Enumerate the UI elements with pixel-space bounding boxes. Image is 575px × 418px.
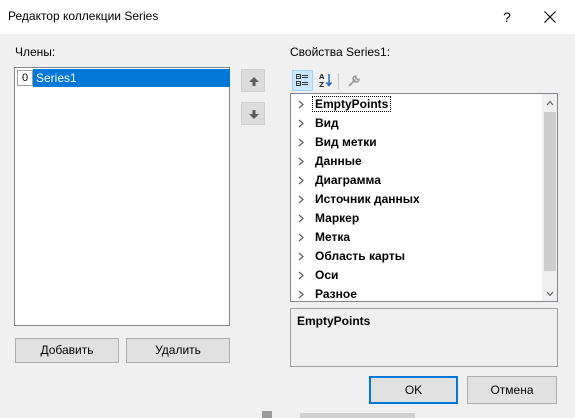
property-category-label: Область карты (315, 249, 405, 263)
categorized-button[interactable] (292, 70, 313, 91)
property-category-label: Вид (315, 116, 339, 130)
chevron-up-icon (546, 100, 554, 106)
property-category-row[interactable]: EmptyPoints (291, 95, 541, 114)
members-label: Члены: (15, 45, 56, 59)
svg-text:Z: Z (319, 81, 324, 88)
property-category-row[interactable]: Вид метки (291, 133, 541, 152)
move-down-button[interactable] (241, 102, 265, 125)
property-category-row[interactable]: Область карты (291, 247, 541, 266)
background-window-fragment (300, 413, 415, 418)
arrow-down-icon (249, 110, 259, 119)
property-description-pane: EmptyPoints (290, 308, 558, 367)
property-category-label: Данные (315, 154, 362, 168)
property-pages-button[interactable] (344, 70, 365, 91)
chevron-right-icon (298, 157, 304, 166)
property-category-row[interactable]: Маркер (291, 209, 541, 228)
property-category-label: Маркер (315, 211, 360, 225)
property-category-row[interactable]: Данные (291, 152, 541, 171)
property-category-label: Метка (315, 230, 351, 244)
chevron-right-icon (298, 290, 304, 299)
property-category-row[interactable]: Метка (291, 228, 541, 247)
properties-label: Свойства Series1: (290, 45, 391, 59)
scroll-up-button[interactable] (543, 96, 557, 110)
wrench-icon (348, 75, 360, 87)
property-category-row[interactable]: Диаграмма (291, 171, 541, 190)
property-category-row[interactable]: Оси (291, 266, 541, 285)
alphabetical-sort-icon: A Z (319, 73, 333, 88)
move-up-button[interactable] (241, 69, 265, 92)
property-category-label: Вид метки (315, 135, 377, 149)
chevron-right-icon (298, 100, 304, 109)
chevron-down-icon (546, 291, 554, 297)
ok-button[interactable]: OK (369, 376, 458, 404)
property-grid[interactable]: EmptyPoints Вид Вид метки Данные Диаграм… (290, 93, 558, 302)
chevron-right-icon (298, 176, 304, 185)
property-category-label: Источник данных (315, 192, 420, 206)
list-item[interactable]: 0 Series1 (16, 69, 230, 87)
arrow-up-icon (249, 77, 259, 86)
cancel-button[interactable]: Отмена (467, 376, 557, 404)
property-category-label: Разное (315, 287, 357, 301)
description-title: EmptyPoints (297, 314, 371, 328)
chevron-right-icon (298, 138, 304, 147)
property-category-label: Оси (315, 268, 339, 282)
chevron-right-icon (298, 214, 304, 223)
categorized-icon (296, 74, 308, 86)
property-category-row[interactable]: Вид (291, 114, 541, 133)
window-title: Редактор коллекции Series (8, 9, 159, 23)
property-category-row[interactable]: Разное (291, 285, 541, 304)
property-category-label: EmptyPoints (312, 96, 392, 112)
chevron-right-icon (298, 271, 304, 280)
scrollbar-thumb[interactable] (544, 112, 556, 271)
alphabetical-button[interactable]: A Z (316, 70, 337, 91)
close-button[interactable] (532, 0, 568, 34)
scroll-down-button[interactable] (543, 287, 557, 301)
svg-text:A: A (319, 73, 325, 81)
chevron-right-icon (298, 233, 304, 242)
property-category-row[interactable]: Источник данных (291, 190, 541, 209)
toolbar-separator (338, 73, 339, 89)
chevron-right-icon (298, 195, 304, 204)
add-button[interactable]: Добавить (15, 338, 119, 363)
help-button[interactable]: ? (494, 0, 520, 34)
close-icon (544, 11, 556, 23)
property-category-label: Диаграмма (315, 173, 381, 187)
background-window-fragment (262, 411, 272, 418)
remove-button[interactable]: Удалить (126, 338, 230, 363)
chevron-right-icon (298, 252, 304, 261)
chevron-right-icon (298, 119, 304, 128)
list-item-name[interactable]: Series1 (33, 69, 230, 87)
list-item-index: 0 (17, 70, 33, 86)
members-list[interactable]: 0 Series1 (14, 67, 230, 326)
